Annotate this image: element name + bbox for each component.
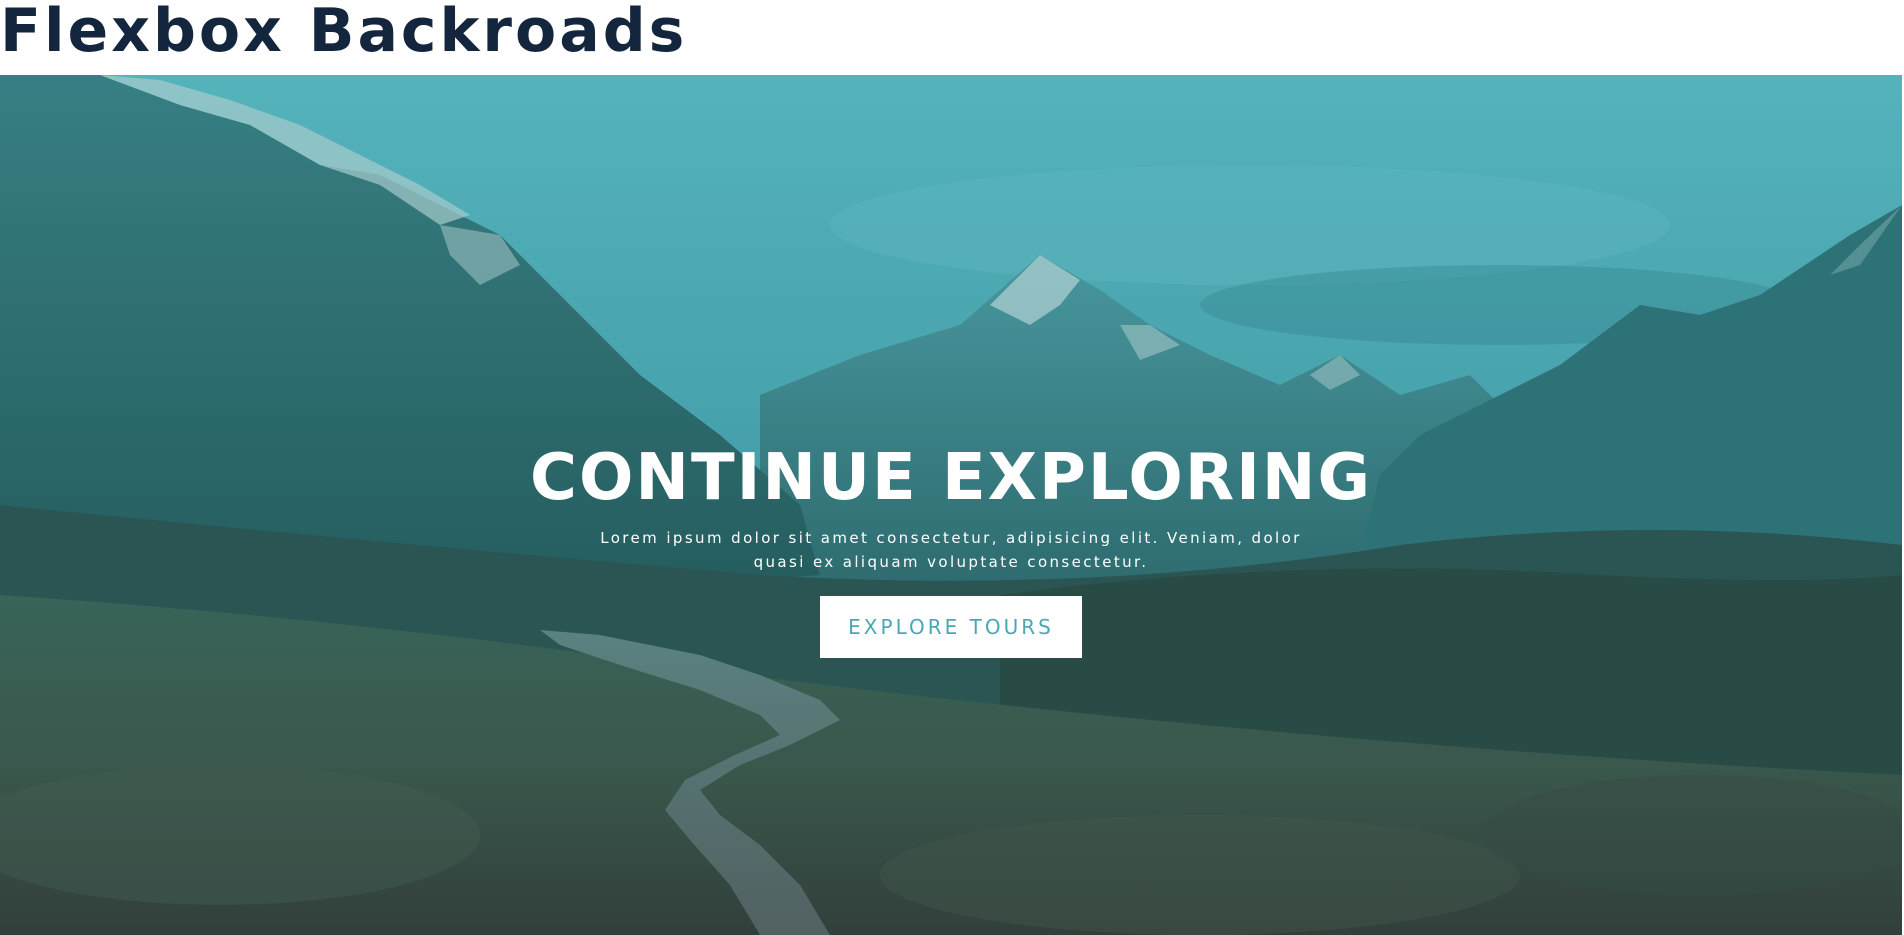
explore-tours-button[interactable]: EXPLORE TOURS bbox=[820, 596, 1082, 658]
site-header: Flexbox Backroads bbox=[0, 0, 1904, 75]
hero-section: CONTINUE EXPLORING Lorem ipsum dolor sit… bbox=[0, 75, 1902, 935]
site-title: Flexbox Backroads bbox=[0, 0, 688, 66]
page: Flexbox Backroads CONTINUE EXPLORING Lor… bbox=[0, 0, 1904, 935]
hero-title: CONTINUE EXPLORING bbox=[530, 441, 1372, 515]
hero-text: Lorem ipsum dolor sit amet consectetur, … bbox=[600, 529, 1302, 571]
hero-content: CONTINUE EXPLORING Lorem ipsum dolor sit… bbox=[0, 440, 1902, 658]
